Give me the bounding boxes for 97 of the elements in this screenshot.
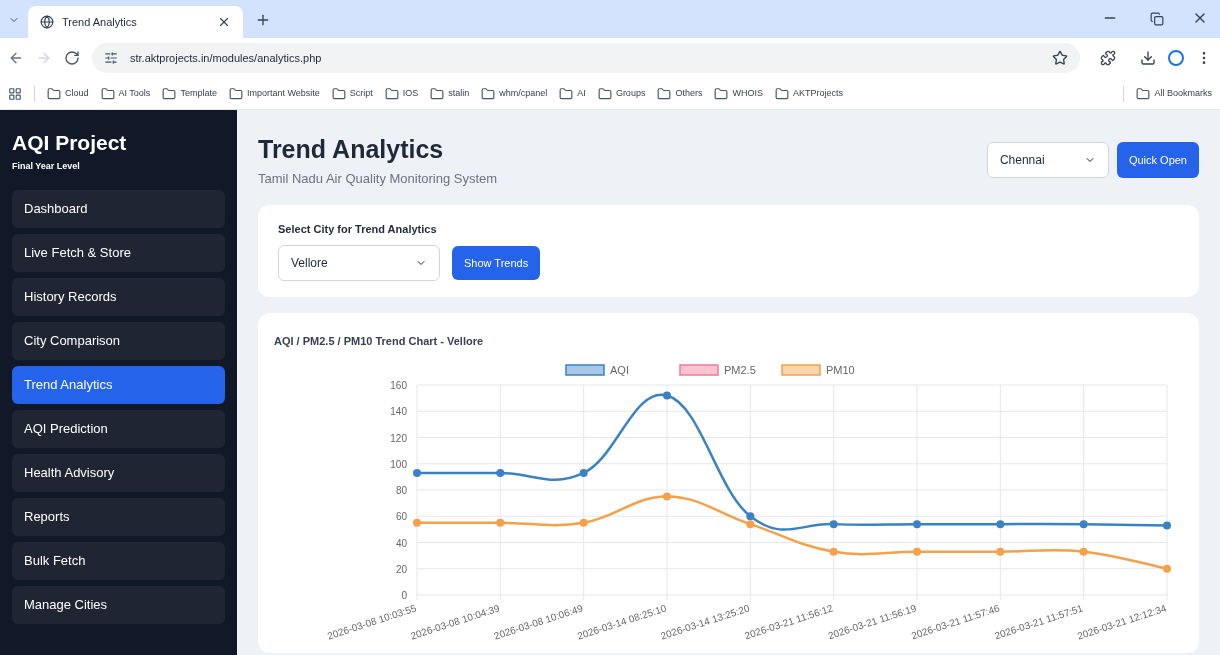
- sidebar-item[interactable]: Reports: [12, 497, 225, 536]
- selector-label: Select City for Trend Analytics: [278, 221, 438, 237]
- chart-title: AQI / PM2.5 / PM10 Trend Chart - Vellore: [274, 334, 485, 350]
- sidebar-title: AQI Project: [12, 130, 128, 156]
- data-point: [1163, 521, 1171, 530]
- data-point: [496, 468, 505, 477]
- new-tab-icon[interactable]: [255, 12, 271, 28]
- sidebar-item[interactable]: City Comparison: [12, 321, 225, 360]
- bookmark-item[interactable]: Cloud: [47, 86, 89, 101]
- data-point: [746, 519, 755, 528]
- data-point: [579, 468, 588, 477]
- folder-icon: [714, 86, 729, 101]
- site-settings-icon[interactable]: [104, 51, 118, 65]
- address-bar[interactable]: str.aktprojects.in/modules/analytics.php: [92, 43, 1080, 73]
- folder-icon: [1136, 86, 1151, 101]
- restore-icon[interactable]: [1150, 12, 1164, 26]
- data-point: [913, 547, 921, 556]
- bookmark-item[interactable]: WHOIS: [714, 86, 763, 101]
- tab-title: Trend Analytics: [62, 14, 138, 30]
- data-point: [663, 391, 671, 400]
- data-point: [1079, 519, 1088, 528]
- page-subtitle: Tamil Nadu Air Quality Monitoring System: [258, 170, 498, 189]
- page-title: Trend Analytics: [258, 134, 445, 165]
- bookmark-item[interactable]: Groups: [597, 86, 646, 101]
- y-tick-label: 60: [395, 511, 407, 522]
- y-tick-label: 0: [401, 589, 407, 601]
- sidebar-item[interactable]: Manage Cities: [12, 585, 225, 624]
- y-tick-label: 40: [395, 537, 407, 549]
- sidebar-item[interactable]: Health Advisory: [12, 453, 225, 492]
- city-dropdown[interactable]: Chennai: [986, 142, 1109, 178]
- data-point: [1163, 564, 1171, 573]
- bookmark-item[interactable]: Others: [657, 86, 703, 101]
- bookmark-item[interactable]: AI Tools: [100, 86, 151, 101]
- data-point: [579, 518, 588, 527]
- folder-icon: [657, 86, 672, 101]
- data-point: [496, 518, 505, 527]
- legend-label: PM10: [826, 363, 855, 376]
- legend-item[interactable]: PM10: [781, 363, 855, 376]
- profile-icon[interactable]: [1168, 50, 1184, 66]
- legend-item[interactable]: PM2.5: [679, 363, 756, 376]
- browser-tab[interactable]: Trend Analytics: [28, 6, 243, 38]
- bookmark-item[interactable]: stalin: [430, 86, 470, 101]
- data-point: [996, 519, 1005, 528]
- data-point: [413, 468, 421, 477]
- globe-icon: [40, 15, 54, 29]
- bookmark-item[interactable]: Template: [162, 86, 217, 101]
- y-tick-label: 120: [390, 432, 407, 444]
- sidebar-item[interactable]: Trend Analytics: [12, 365, 225, 404]
- folder-icon: [559, 86, 574, 101]
- all-bookmarks-item[interactable]: All Bookmarks: [1136, 86, 1212, 101]
- data-point: [829, 519, 838, 528]
- bookmark-item[interactable]: AI: [559, 86, 586, 101]
- folder-icon: [481, 86, 496, 101]
- folder-icon: [331, 86, 346, 101]
- folder-icon: [162, 86, 177, 101]
- legend-label: PM2.5: [724, 363, 756, 376]
- data-point: [1079, 547, 1088, 556]
- folder-icon: [47, 86, 61, 101]
- sidebar-item[interactable]: Bulk Fetch: [12, 541, 225, 580]
- quick-open-button[interactable]: Quick Open: [1116, 142, 1199, 178]
- show-trends-button[interactable]: Show Trends: [452, 246, 541, 281]
- y-tick-label: 140: [390, 406, 407, 417]
- folder-icon: [384, 86, 399, 101]
- bookmark-item[interactable]: Important Website: [228, 86, 320, 101]
- folder-icon: [100, 86, 115, 101]
- download-icon[interactable]: [1140, 50, 1156, 66]
- y-tick-label: 100: [390, 458, 407, 470]
- sidebar-item[interactable]: Dashboard: [12, 189, 225, 228]
- bookmark-item[interactable]: AKTProjects: [774, 86, 843, 101]
- legend-label: AQI: [610, 363, 629, 376]
- data-point: [829, 547, 838, 556]
- close-icon[interactable]: [217, 15, 231, 29]
- url-text: str.aktprojects.in/modules/analytics.php: [130, 50, 323, 66]
- data-point: [913, 519, 921, 528]
- sidebar-subtitle: Final Year Level: [12, 160, 81, 174]
- data-point: [413, 518, 421, 527]
- folder-icon: [228, 86, 243, 101]
- sidebar-item[interactable]: Live Fetch & Store: [12, 233, 225, 272]
- folder-icon: [430, 86, 445, 101]
- back-icon[interactable]: [8, 50, 24, 66]
- sidebar-item[interactable]: History Records: [12, 277, 225, 316]
- y-tick-label: 20: [395, 563, 407, 575]
- extensions-icon[interactable]: [1100, 50, 1116, 66]
- sidebar-item[interactable]: AQI Prediction: [12, 409, 225, 448]
- data-point: [996, 547, 1005, 556]
- y-tick-label: 80: [395, 484, 407, 496]
- apps-icon[interactable]: [8, 86, 22, 101]
- bookmark-item[interactable]: Script: [331, 86, 373, 101]
- city-dropdown[interactable]: Vellore: [278, 245, 440, 282]
- reload-icon[interactable]: [64, 50, 80, 66]
- bookmark-item[interactable]: IOS: [384, 86, 419, 101]
- data-point: [663, 492, 671, 501]
- folder-icon: [774, 86, 789, 101]
- folder-icon: [597, 86, 612, 101]
- y-tick-label: 160: [390, 379, 407, 391]
- bookmark-item[interactable]: whm/cpanel: [481, 86, 548, 101]
- bookmark-star-icon[interactable]: [1052, 50, 1068, 66]
